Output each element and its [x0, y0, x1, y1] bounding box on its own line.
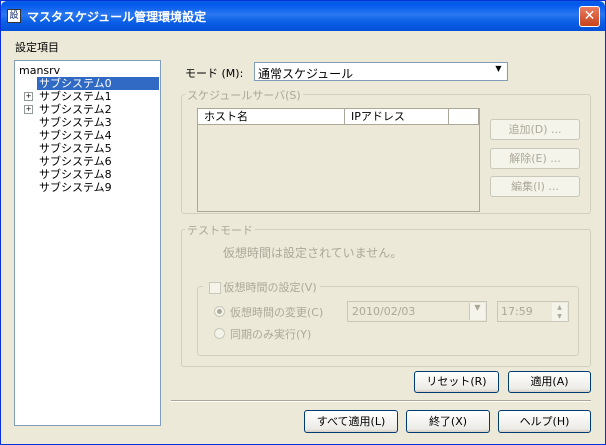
tree-item[interactable]: サブシステム8 — [37, 168, 114, 181]
close-icon: ✕ — [583, 8, 596, 24]
change-virtual-time-label: 仮想時間の変更(C) — [230, 306, 324, 319]
apply-button[interactable]: 適用(A) — [508, 371, 591, 393]
virtual-time-checkbox[interactable] — [209, 282, 221, 294]
date-value: 2010/02/03 — [352, 305, 416, 318]
server-list[interactable]: ホスト名 IPアドレス — [197, 108, 480, 212]
tree-root[interactable]: mansrv — [19, 64, 60, 77]
spin-up-icon[interactable]: ▲ — [552, 303, 567, 312]
change-virtual-time-radio[interactable] — [214, 306, 225, 317]
close-button[interactable]: ✕ — [579, 6, 600, 27]
time-value: 17:59 — [501, 305, 533, 318]
tree-item[interactable]: サブシステム0 — [37, 77, 159, 90]
chevron-down-icon[interactable]: ▼ — [469, 303, 485, 320]
column-ip-address[interactable]: IPアドレス — [345, 109, 449, 125]
settings-tree[interactable]: mansrv サブシステム0 + サブシステム1 + サブシステム2 サブシステム3 サブシ… — [14, 60, 161, 426]
date-picker[interactable]: 2010/02/03 ▼ — [347, 301, 487, 322]
schedule-server-group-label: スケジュールサーバ(S) — [185, 87, 303, 103]
spin-down-icon[interactable]: ▼ — [552, 312, 567, 321]
settings-items-label: 設定項目 — [15, 41, 59, 54]
window-title: マスタスケジュール管理環境設定 — [27, 10, 207, 24]
mode-select[interactable]: 通常スケジュール ▼ — [254, 62, 508, 81]
expand-plus-icon[interactable]: + — [24, 105, 33, 114]
remove-server-button[interactable]: 解除(E) ... — [490, 148, 580, 169]
test-mode-group-label: テストモード — [185, 222, 255, 238]
edit-server-button[interactable]: 編集(I) ... — [490, 176, 580, 197]
help-button[interactable]: ヘルプ(H) — [498, 410, 591, 433]
tree-item[interactable]: サブシステム1 — [37, 90, 114, 103]
column-host-name[interactable]: ホスト名 — [198, 109, 345, 125]
tree-item[interactable]: サブシステム9 — [37, 181, 114, 194]
sync-only-radio[interactable] — [214, 328, 225, 339]
settings-window: 設 マスタスケジュール管理環境設定 ✕ 設定項目 mansrv サブシステム0 +… — [0, 0, 606, 445]
tree-item[interactable]: サブシステム5 — [37, 142, 114, 155]
chevron-down-icon[interactable]: ▼ — [491, 64, 506, 79]
exit-button[interactable]: 終了(X) — [406, 410, 490, 433]
test-mode-status: 仮想時間は設定されていません。 — [223, 246, 403, 260]
apply-all-button[interactable]: すべて適用(L) — [304, 410, 398, 433]
tree-item[interactable]: サブシステム6 — [37, 155, 114, 168]
mode-label: モード (M): — [185, 67, 244, 80]
column-extra[interactable] — [449, 109, 479, 125]
time-spinner[interactable]: 17:59 ▲ ▼ — [497, 301, 569, 322]
separator — [171, 400, 591, 402]
reset-button[interactable]: リセット(R) — [414, 371, 499, 393]
sync-only-label: 同期のみ実行(Y) — [230, 328, 312, 341]
tree-item[interactable]: サブシステム2 — [37, 103, 114, 116]
expand-plus-icon[interactable]: + — [24, 92, 33, 101]
tree-item[interactable]: サブシステム3 — [37, 116, 114, 129]
title-bar[interactable]: 設 マスタスケジュール管理環境設定 ✕ — [1, 1, 605, 31]
virtual-time-checkbox-wrap[interactable]: 仮想時間の設定(V) — [203, 279, 320, 295]
tree-item[interactable]: サブシステム4 — [37, 129, 114, 142]
mode-value: 通常スケジュール — [258, 67, 354, 81]
virtual-time-checkbox-label: 仮想時間の設定(V) — [223, 281, 317, 294]
add-server-button[interactable]: 追加(D) ... — [490, 119, 580, 140]
app-icon: 設 — [7, 9, 21, 23]
